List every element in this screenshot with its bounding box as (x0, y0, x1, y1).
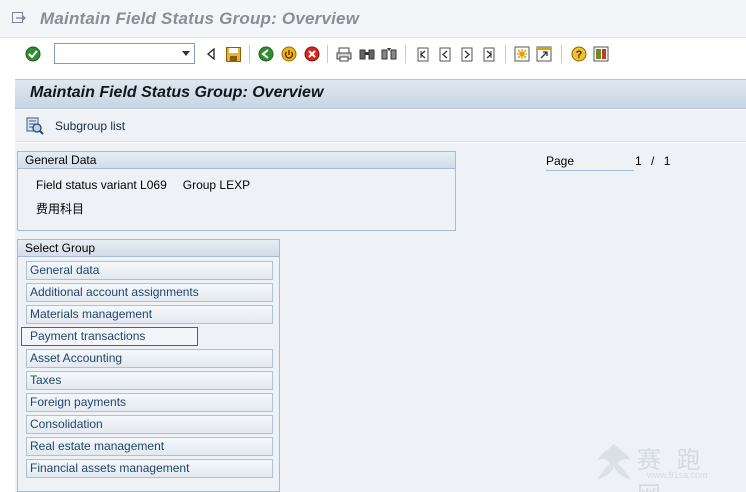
variant-group-line: Field status variant L069 Group LEXP (36, 178, 250, 192)
general-data-frame: General Data Field status variant L069 Gr… (17, 151, 456, 231)
command-field[interactable] (54, 43, 195, 64)
group-value: Group LEXP (182, 178, 251, 192)
previous-page-icon[interactable] (436, 45, 454, 63)
group-description: 费用科目 (36, 202, 85, 216)
subgroup-list-button[interactable]: Subgroup list (55, 119, 125, 133)
watermark: 赛 跑 网 www.91sa.com (591, 440, 741, 492)
watermark-url: www.91sa.com (647, 470, 708, 480)
enter-icon[interactable] (24, 45, 42, 63)
toolbar-separator (249, 45, 250, 63)
watermark-text: 赛 跑 网 (637, 446, 705, 492)
subgroup-list-icon[interactable] (26, 117, 44, 138)
window-menu-icon[interactable] (12, 12, 26, 24)
page-indicator: 1 / 1 (635, 154, 670, 169)
back-icon[interactable] (257, 45, 275, 63)
select-group-title: Select Group (18, 240, 279, 257)
first-page-icon[interactable] (414, 45, 432, 63)
back-triangle-icon[interactable] (202, 45, 220, 63)
page-current: 1 (635, 154, 642, 168)
find-next-icon[interactable] (380, 45, 398, 63)
find-icon[interactable] (358, 45, 376, 63)
exit-icon[interactable] (280, 45, 298, 63)
cancel-icon[interactable] (303, 45, 321, 63)
group-button-additional-account-assignments[interactable]: Additional account assignments (26, 283, 273, 302)
page-label: Page (546, 154, 634, 171)
group-button-real-estate-management[interactable]: Real estate management (26, 437, 273, 456)
screen-title: Maintain Field Status Group: Overview (30, 84, 324, 101)
watermark-logo-icon (595, 442, 633, 485)
application-toolbar: Subgroup list (15, 110, 746, 142)
create-session-icon[interactable] (513, 45, 531, 63)
customize-layout-icon[interactable] (592, 45, 610, 63)
select-group-frame: Select Group General data Additional acc… (17, 239, 280, 492)
field-status-variant: Field status variant L069 (36, 178, 167, 192)
command-field-dropdown-icon[interactable] (178, 44, 194, 63)
next-page-icon[interactable] (458, 45, 476, 63)
group-button-foreign-payments[interactable]: Foreign payments (26, 393, 273, 412)
group-button-taxes[interactable]: Taxes (26, 371, 273, 390)
general-data-title: General Data (18, 152, 455, 169)
toolbar-separator (327, 45, 328, 63)
page-separator: / (651, 154, 655, 168)
save-icon[interactable] (224, 45, 242, 63)
toolbar-separator (561, 45, 562, 63)
group-button-materials-management[interactable]: Materials management (26, 305, 273, 324)
svg-text:?: ? (576, 49, 583, 61)
toolbar-separator (405, 45, 406, 63)
toolbar-separator (505, 45, 506, 63)
print-icon[interactable] (335, 45, 353, 63)
title-bar: Maintain Field Status Group: Overview (0, 0, 746, 38)
system-toolbar: ? (0, 39, 746, 69)
help-icon[interactable]: ? (570, 45, 588, 63)
page-total: 1 (663, 154, 671, 168)
group-button-consolidation[interactable]: Consolidation (26, 415, 273, 434)
last-page-icon[interactable] (480, 45, 498, 63)
group-button-financial-assets-management[interactable]: Financial assets management (26, 459, 273, 478)
group-button-payment-transactions[interactable]: Payment transactions (21, 327, 198, 346)
window-title: Maintain Field Status Group: Overview (40, 9, 360, 28)
group-button-general-data[interactable]: General data (26, 261, 273, 280)
group-button-asset-accounting[interactable]: Asset Accounting (26, 349, 273, 368)
screen-header: Maintain Field Status Group: Overview (15, 79, 746, 109)
create-shortcut-icon[interactable] (535, 45, 553, 63)
